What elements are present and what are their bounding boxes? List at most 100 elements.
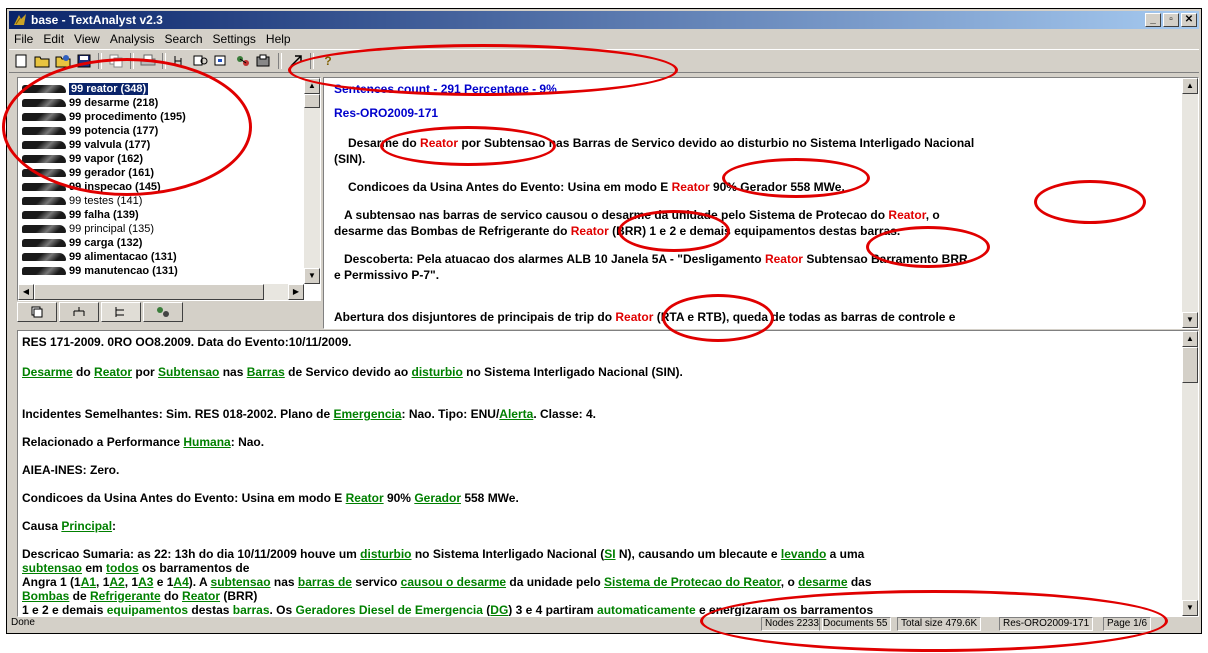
menu-analysis[interactable]: Analysis bbox=[105, 32, 160, 46]
results-vertical-scrollbar[interactable]: ▲ ▼ bbox=[1182, 78, 1198, 328]
concept-link[interactable]: Desarme bbox=[22, 365, 73, 379]
concept-link[interactable]: SI bbox=[604, 547, 615, 561]
arrow-icon[interactable] bbox=[286, 52, 306, 70]
node-icon bbox=[22, 112, 66, 121]
scroll-thumb[interactable] bbox=[34, 284, 264, 300]
scroll-up-arrow[interactable]: ▲ bbox=[1182, 78, 1198, 94]
help-icon[interactable]: ? bbox=[318, 52, 338, 70]
concept-link[interactable]: disturbio bbox=[412, 365, 463, 379]
concept-link[interactable]: Barras bbox=[247, 365, 285, 379]
node-icon bbox=[22, 84, 66, 93]
copy-icon[interactable] bbox=[106, 52, 126, 70]
close-button[interactable]: ✕ bbox=[1181, 13, 1197, 27]
open-icon[interactable] bbox=[32, 52, 52, 70]
print-icon[interactable] bbox=[138, 52, 158, 70]
find-icon[interactable] bbox=[212, 52, 232, 70]
tree-item[interactable]: 99 testes (141) bbox=[22, 194, 142, 207]
concept-link[interactable]: causou o desarme bbox=[401, 575, 506, 589]
menu-search[interactable]: Search bbox=[160, 32, 208, 46]
result-sentence[interactable]: Descoberta: Pela atuacao dos alarmes ALB… bbox=[344, 252, 968, 266]
semantic-icon[interactable] bbox=[233, 52, 253, 70]
tree-item[interactable]: 99 valvula (177) bbox=[22, 138, 150, 151]
menu-settings[interactable]: Settings bbox=[208, 32, 261, 46]
minimize-button[interactable]: _ bbox=[1145, 13, 1161, 27]
result-sentence[interactable]: Condicoes da Usina Antes do Evento: Usin… bbox=[348, 180, 845, 194]
new-icon[interactable] bbox=[11, 52, 31, 70]
concept-link[interactable]: Principal bbox=[61, 519, 112, 533]
tree-item[interactable]: 99 manutencao (131) bbox=[22, 264, 178, 277]
scroll-down-arrow[interactable]: ▼ bbox=[1182, 600, 1198, 616]
result-sentence[interactable]: A subtensao nas barras de servico causou… bbox=[344, 208, 940, 222]
concept-link[interactable]: Emergencia bbox=[333, 407, 401, 421]
tab-hierarchy-icon[interactable] bbox=[101, 302, 141, 322]
tab-list-icon[interactable] bbox=[17, 302, 57, 322]
concept-link[interactable]: Humana bbox=[183, 435, 230, 449]
concept-link[interactable]: Gerador bbox=[414, 491, 461, 505]
concept-link[interactable]: equipamentos bbox=[107, 603, 188, 616]
tree-item[interactable]: 99 reator (348) bbox=[22, 82, 149, 95]
result-sentence[interactable]: Abertura dos disjuntores de principais d… bbox=[334, 310, 955, 324]
status-document-id: Res-ORO2009-171 bbox=[999, 617, 1094, 631]
scroll-thumb[interactable] bbox=[304, 94, 320, 108]
scroll-up-arrow[interactable]: ▲ bbox=[304, 78, 320, 94]
concept-link[interactable]: todos bbox=[106, 561, 139, 575]
title-bar: base - TextAnalyst v2.3 _ ▫ ✕ bbox=[9, 11, 1199, 29]
document-vertical-scrollbar[interactable]: ▲ ▼ bbox=[1182, 331, 1198, 616]
tree-horizontal-scrollbar[interactable]: ◀ ▶ bbox=[18, 284, 304, 300]
result-sentence[interactable]: Desarme do Reator por Subtensao nas Barr… bbox=[348, 136, 974, 150]
tree-item[interactable]: 99 falha (139) bbox=[22, 208, 139, 221]
scroll-down-arrow[interactable]: ▼ bbox=[304, 268, 320, 284]
concept-link[interactable]: Alerta bbox=[499, 407, 533, 421]
concept-link[interactable]: subtensao bbox=[22, 561, 82, 575]
tree-item[interactable]: 99 vapor (162) bbox=[22, 152, 143, 165]
menu-help[interactable]: Help bbox=[261, 32, 296, 46]
concept-link[interactable]: disturbio bbox=[360, 547, 411, 561]
concept-link[interactable]: DG bbox=[490, 603, 508, 616]
restore-button[interactable]: ▫ bbox=[1163, 13, 1179, 27]
tree-item[interactable]: 99 procedimento (195) bbox=[22, 110, 186, 123]
concept-link[interactable]: subtensao bbox=[211, 575, 271, 589]
tab-semantic-icon[interactable] bbox=[143, 302, 183, 322]
menu-edit[interactable]: Edit bbox=[38, 32, 69, 46]
concept-link[interactable]: Reator bbox=[182, 589, 220, 603]
export-icon[interactable] bbox=[254, 52, 274, 70]
tree-item[interactable]: 99 carga (132) bbox=[22, 236, 142, 249]
scroll-right-arrow[interactable]: ▶ bbox=[288, 284, 304, 300]
toolbar-separator bbox=[310, 53, 314, 69]
search-icon[interactable] bbox=[191, 52, 211, 70]
save-icon[interactable] bbox=[74, 52, 94, 70]
menu-view[interactable]: View bbox=[69, 32, 105, 46]
concept-link[interactable]: Bombas bbox=[22, 589, 69, 603]
concept-link[interactable]: A4 bbox=[173, 575, 188, 589]
tree-item[interactable]: 99 desarme (218) bbox=[22, 96, 158, 109]
concept-link[interactable]: A3 bbox=[138, 575, 153, 589]
tree-item[interactable]: 99 gerador (161) bbox=[22, 166, 154, 179]
concept-link[interactable]: barras bbox=[233, 603, 270, 616]
concept-link[interactable]: desarme bbox=[798, 575, 847, 589]
app-window: base - TextAnalyst v2.3 _ ▫ ✕ File Edit … bbox=[6, 8, 1202, 634]
scroll-left-arrow[interactable]: ◀ bbox=[18, 284, 34, 300]
concept-link[interactable]: A1 bbox=[81, 575, 96, 589]
tab-tree-icon[interactable] bbox=[59, 302, 99, 322]
concept-link[interactable]: Reator bbox=[346, 491, 384, 505]
concept-link[interactable]: Reator bbox=[94, 365, 132, 379]
concept-link[interactable]: Sistema de Protecao do Reator bbox=[604, 575, 781, 589]
scroll-up-arrow[interactable]: ▲ bbox=[1182, 331, 1198, 347]
tree-item[interactable]: 99 inspecao (145) bbox=[22, 180, 161, 193]
menu-file[interactable]: File bbox=[9, 32, 38, 46]
concept-link[interactable]: A2 bbox=[109, 575, 124, 589]
tree-item[interactable]: 99 principal (135) bbox=[22, 222, 154, 235]
tree-icon[interactable] bbox=[170, 52, 190, 70]
concept-link[interactable]: automaticamente bbox=[597, 603, 696, 616]
concept-link[interactable]: barras de bbox=[298, 575, 352, 589]
scroll-thumb[interactable] bbox=[1182, 347, 1198, 383]
concept-link[interactable]: Subtensao bbox=[158, 365, 219, 379]
tree-item[interactable]: 99 potencia (177) bbox=[22, 124, 158, 137]
concept-link[interactable]: Geradores Diesel de Emergencia bbox=[296, 603, 483, 616]
tree-vertical-scrollbar[interactable]: ▲ ▼ bbox=[304, 78, 320, 284]
open-base-icon[interactable] bbox=[53, 52, 73, 70]
concept-link[interactable]: levando bbox=[781, 547, 826, 561]
concept-link[interactable]: Refrigerante bbox=[90, 589, 161, 603]
scroll-down-arrow[interactable]: ▼ bbox=[1182, 312, 1198, 328]
tree-item[interactable]: 99 alimentacao (131) bbox=[22, 250, 177, 263]
